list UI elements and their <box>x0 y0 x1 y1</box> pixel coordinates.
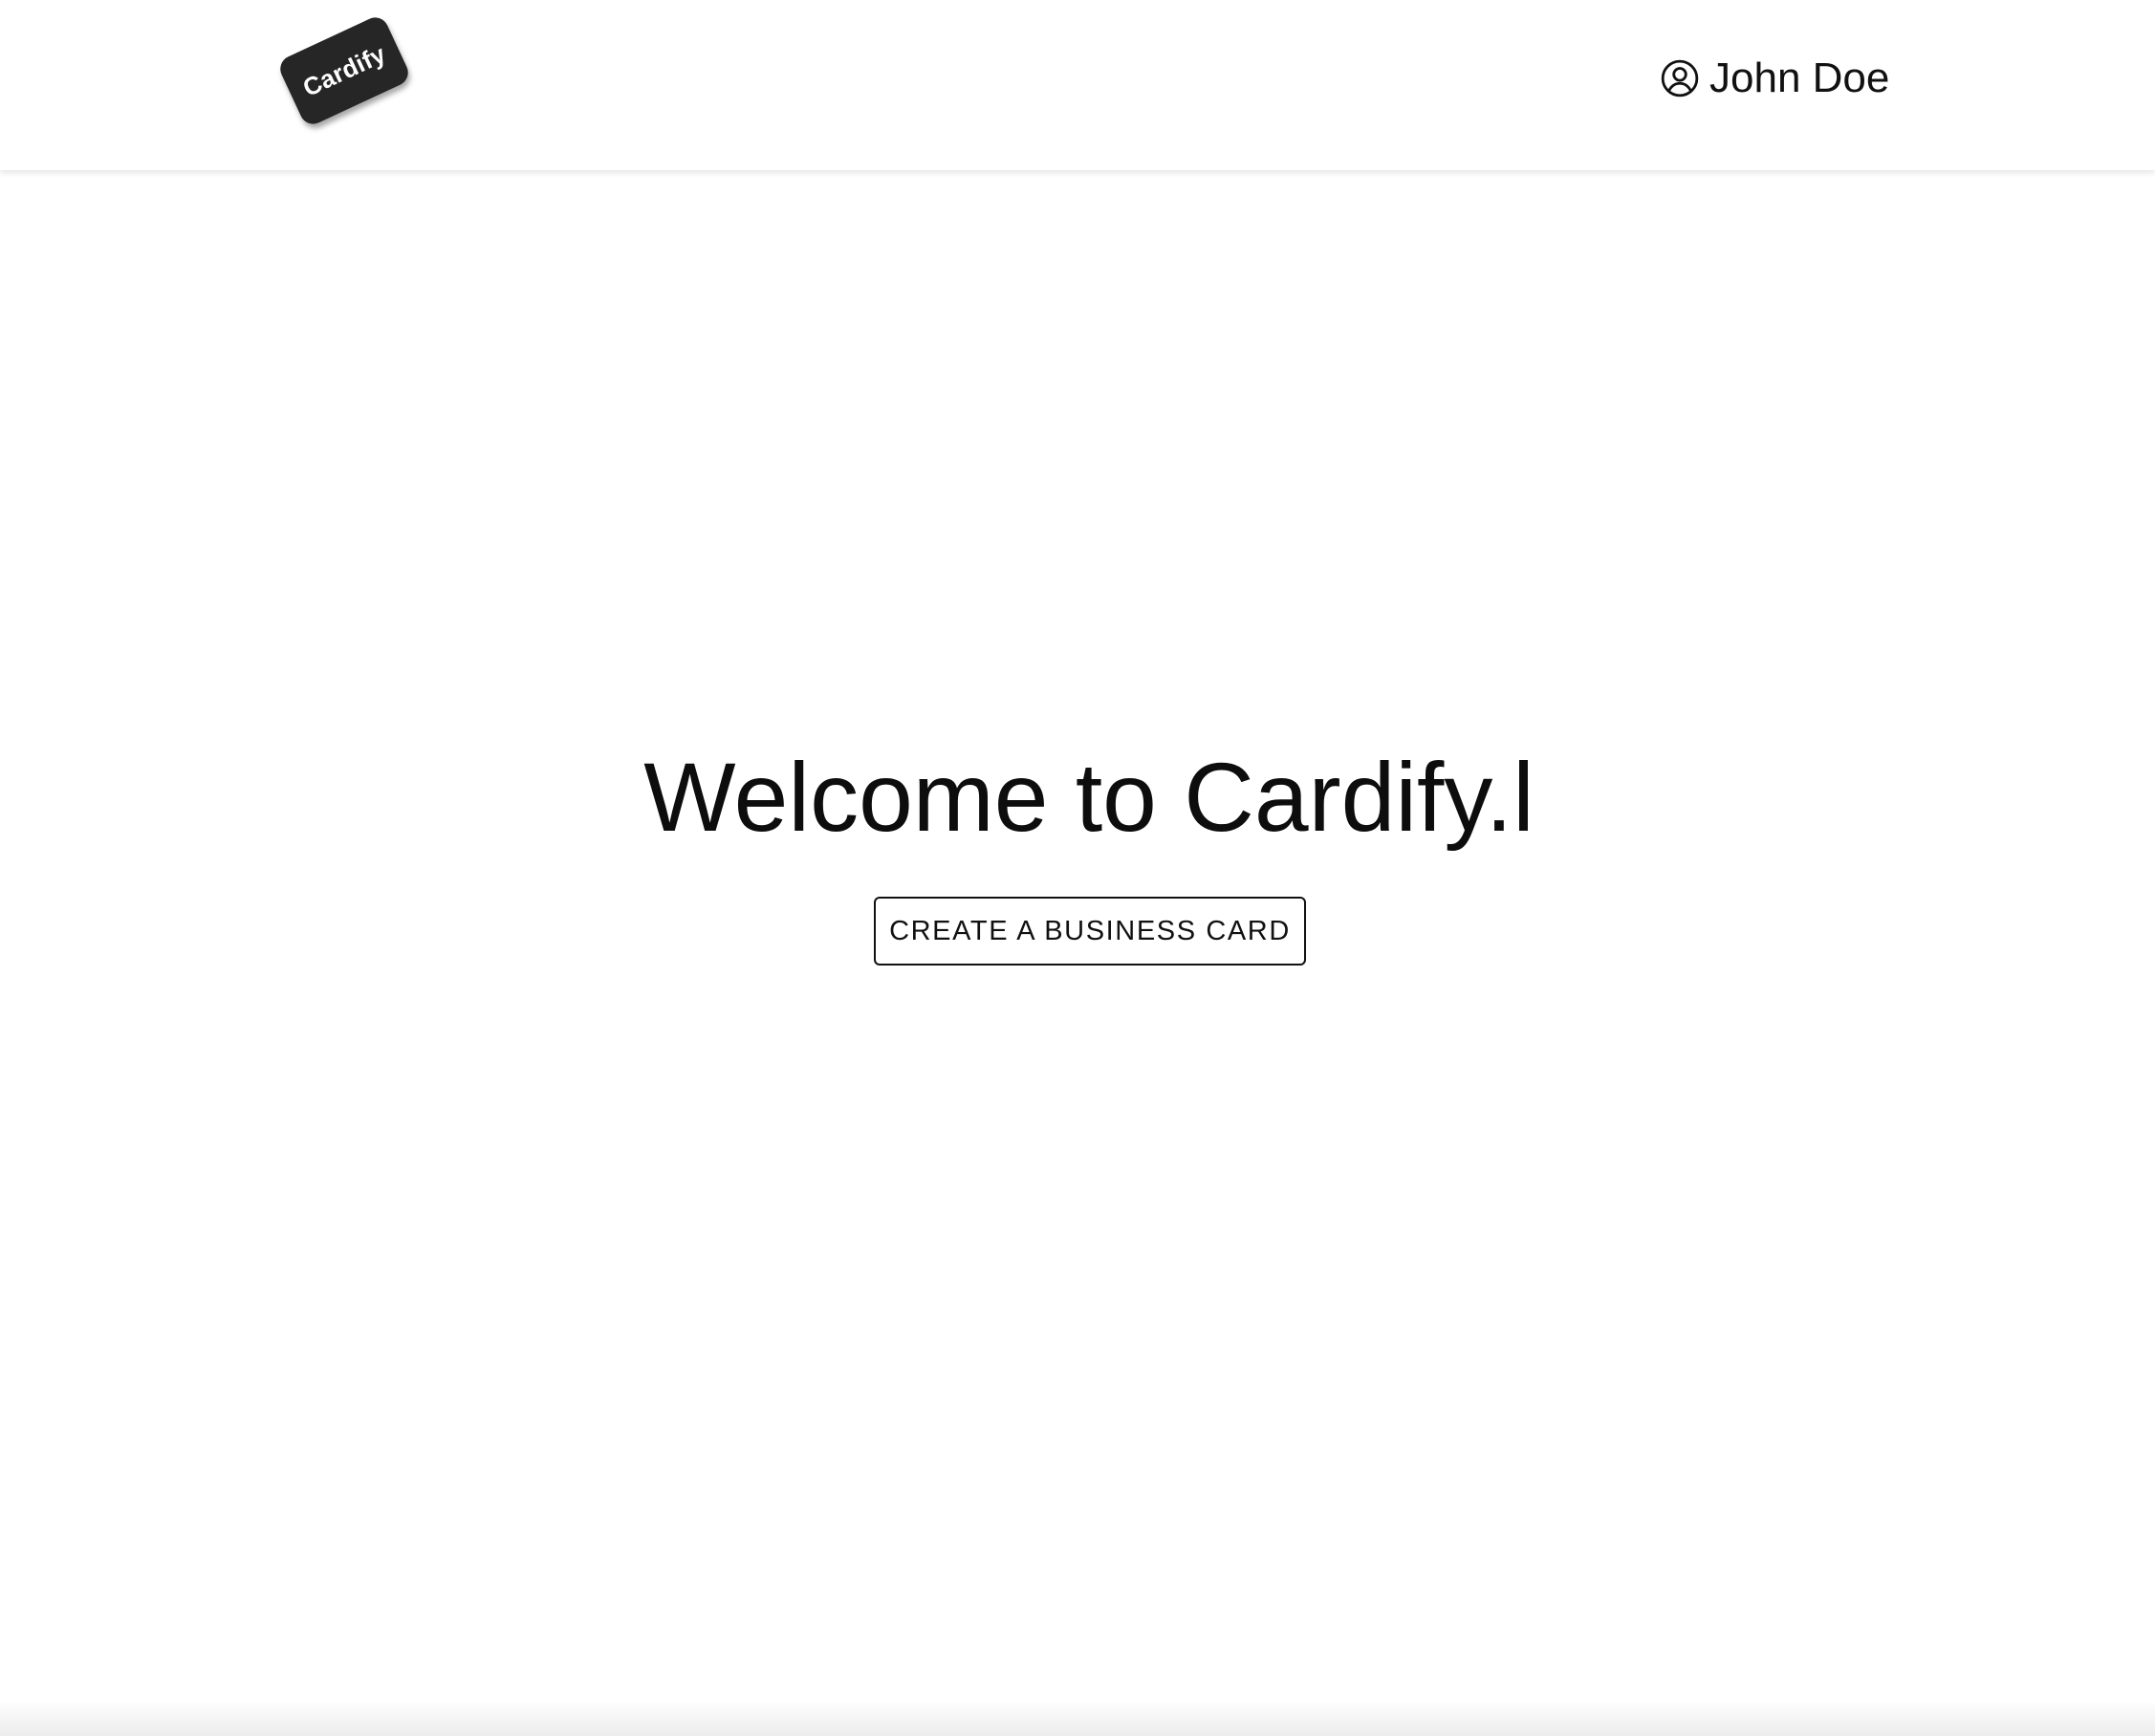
user-menu[interactable]: John Doe <box>1660 50 1889 107</box>
create-business-card-label: CREATE A BUSINESS CARD <box>889 915 1291 946</box>
page: Cardify John Doe Welcome to Cardify.l CR… <box>0 0 2155 1736</box>
cardify-logo[interactable]: Cardify <box>275 12 413 129</box>
user-circle-icon <box>1660 58 1700 98</box>
bottom-edge-shadow <box>0 1700 2155 1736</box>
logo-text: Cardify <box>297 38 390 102</box>
create-business-card-button[interactable]: CREATE A BUSINESS CARD <box>874 897 1306 966</box>
welcome-headline: Welcome to Cardify.l <box>643 743 1535 852</box>
main-content: Welcome to Cardify.l CREATE A BUSINESS C… <box>0 170 2155 1700</box>
top-header: Cardify John Doe <box>0 0 2155 170</box>
user-name: John Doe <box>1709 54 1890 101</box>
